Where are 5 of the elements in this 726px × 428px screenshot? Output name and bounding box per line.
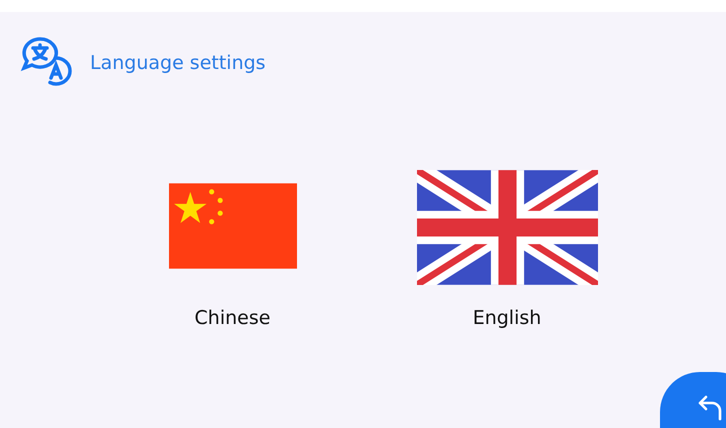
uk-flag-icon [416,170,598,285]
language-option[interactable]: Chinese [194,307,270,329]
china-flag-icon [168,183,296,269]
language-option[interactable]: English [472,307,542,329]
page-title: Language settings [90,52,266,74]
